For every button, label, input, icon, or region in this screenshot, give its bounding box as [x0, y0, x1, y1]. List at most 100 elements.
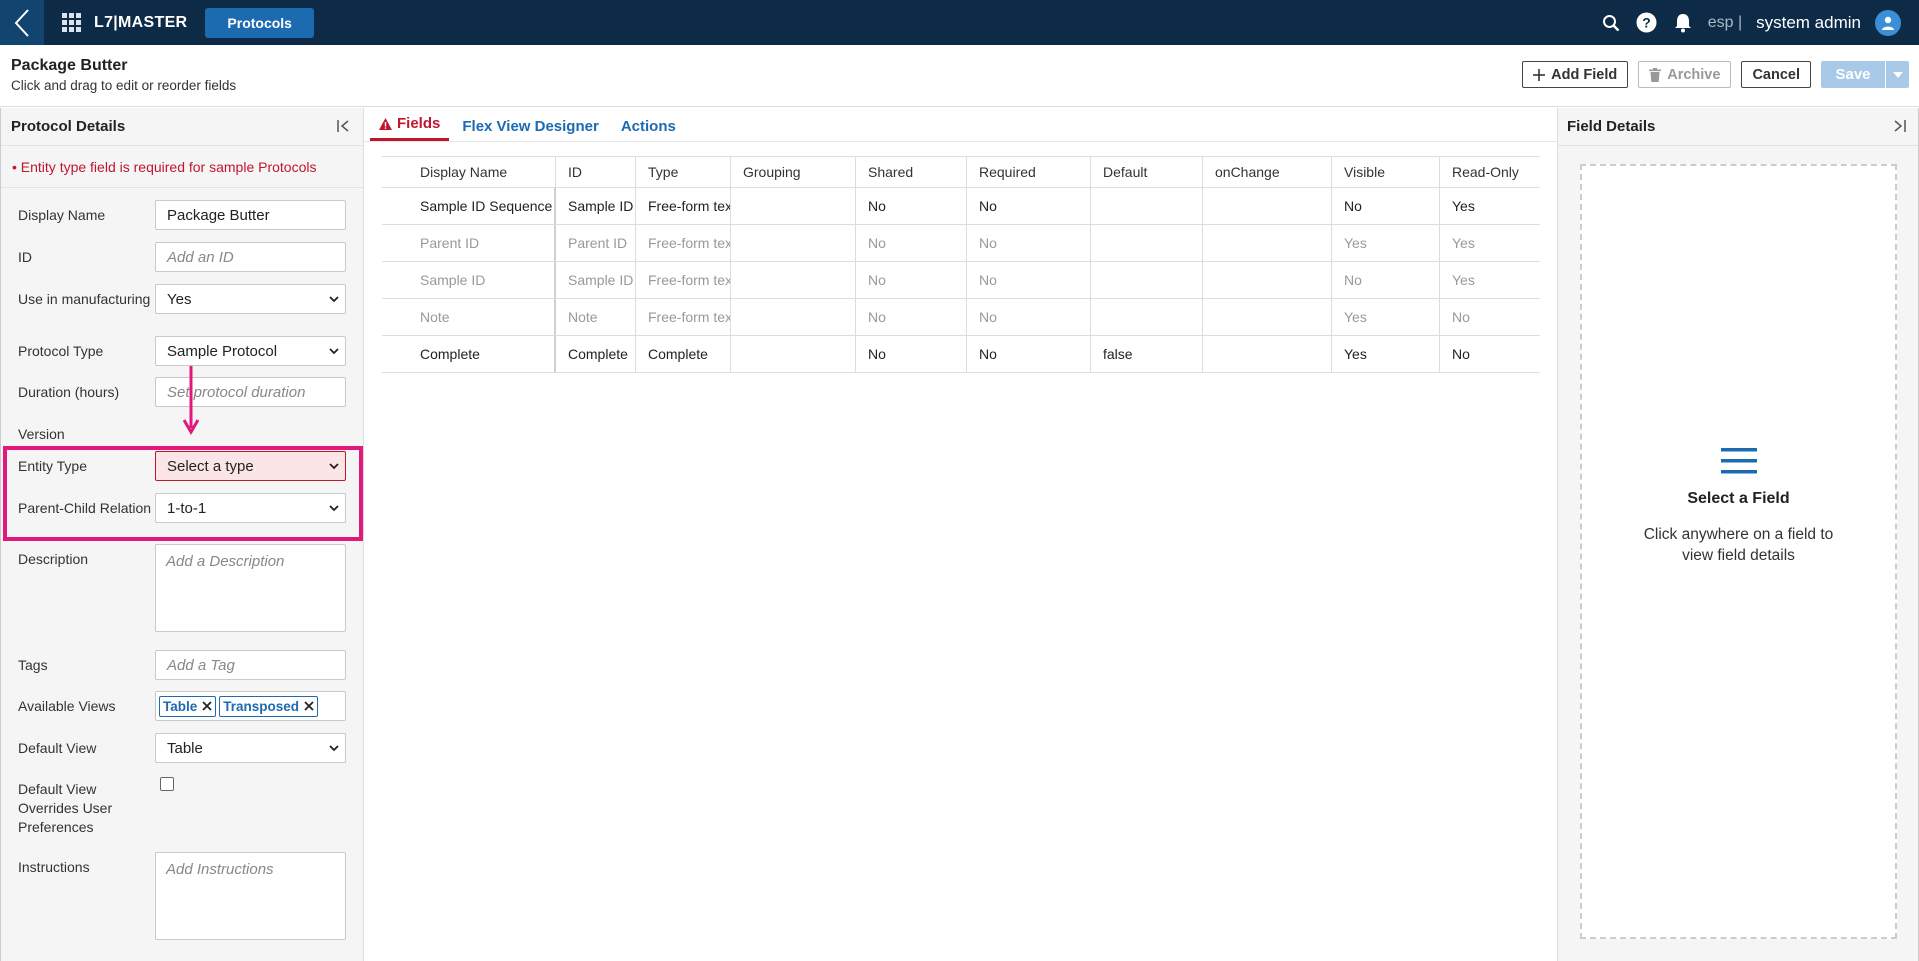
table-cell: No	[856, 188, 967, 224]
table-row[interactable]: Sample ID Sequence Sample ID Free-form tex…	[382, 188, 1540, 225]
chip-label: Transposed	[223, 698, 300, 714]
field-details-panel: Field Details Select a Field Click anywh…	[1557, 108, 1919, 961]
chevron-down-icon	[329, 744, 339, 751]
column-header[interactable]: Display Name	[382, 157, 556, 187]
table-row[interactable]: Note Note Free-form tex No No Yes No	[382, 299, 1540, 336]
table-cell: No	[1332, 262, 1440, 298]
cancel-button[interactable]: Cancel	[1741, 61, 1811, 88]
column-header[interactable]: onChange	[1203, 157, 1332, 187]
available-views-label: Available Views	[18, 698, 116, 714]
tab-fields[interactable]: Fields	[370, 115, 450, 141]
tab-actions[interactable]: Actions	[612, 118, 685, 141]
save-options-button[interactable]	[1885, 61, 1909, 88]
table-cell	[1203, 225, 1332, 261]
app-name: L7|MASTER	[94, 13, 188, 31]
use-in-manufacturing-value: Yes	[167, 290, 192, 308]
table-row[interactable]: Sample ID Sample ID Free-form tex No No No Yes	[382, 262, 1540, 299]
default-view-value: Table	[167, 739, 203, 757]
table-cell: Sample ID	[556, 188, 636, 224]
field-details-empty-state: Select a Field Click anywhere on a field…	[1580, 164, 1897, 939]
table-cell: Complete	[556, 336, 636, 372]
table-row[interactable]: Parent ID Parent ID Free-form tex No No Yes Ye…	[382, 225, 1540, 262]
table-cell: No	[856, 225, 967, 261]
column-header[interactable]: Shared	[856, 157, 967, 187]
help-icon[interactable]: ?	[1636, 12, 1658, 34]
table-cell	[1203, 188, 1332, 224]
duration-label: Duration (hours)	[18, 384, 120, 400]
validation-error: • Entity type field is required for samp…	[1, 146, 363, 188]
tab-fields-label: Fields	[397, 115, 441, 132]
back-button[interactable]	[0, 0, 44, 45]
table-cell: Free-form tex	[636, 225, 731, 261]
table-cell: Note	[382, 299, 556, 335]
table-cell: Yes	[1332, 336, 1440, 372]
table-cell: Sample ID Sequence	[382, 188, 556, 224]
top-nav-bar: L7|MASTER Protocols ? esp | system admin	[0, 0, 1919, 45]
search-icon[interactable]	[1600, 12, 1622, 34]
column-header[interactable]: ID	[556, 157, 636, 187]
app-logo[interactable]: L7|MASTER	[62, 12, 188, 33]
id-input[interactable]: Add an ID	[155, 242, 346, 272]
table-cell	[731, 299, 856, 335]
column-header[interactable]: Type	[636, 157, 731, 187]
table-cell: Free-form tex	[636, 188, 731, 224]
collapse-right-icon[interactable]	[1892, 119, 1906, 137]
table-cell: Yes	[1452, 272, 1475, 288]
table-header-row: Display Name ID Type Grouping Shared Req…	[382, 157, 1540, 188]
table-cell: No	[1332, 188, 1440, 224]
tags-input[interactable]: Add a Tag	[155, 650, 346, 680]
table-cell: false	[1091, 336, 1203, 372]
table-cell: No	[967, 262, 1091, 298]
instructions-label: Instructions	[18, 859, 90, 875]
table-cell: No	[967, 188, 1091, 224]
table-cell: No	[856, 299, 967, 335]
menu-lines-icon	[1720, 448, 1757, 474]
table-cell: No	[967, 299, 1091, 335]
collapse-left-icon[interactable]	[337, 119, 351, 137]
default-view-overrides-checkbox[interactable]	[160, 777, 174, 791]
archive-label: Archive	[1667, 66, 1721, 83]
display-name-label: Display Name	[18, 207, 106, 223]
panel-header: Field Details	[1558, 108, 1918, 146]
chevron-left-icon	[14, 8, 29, 37]
editor-tabs: Fields Flex View Designer Actions	[364, 108, 1557, 142]
user-icon	[1882, 16, 1894, 30]
display-name-input[interactable]: Package Butter	[155, 200, 346, 230]
user-name[interactable]: system admin	[1756, 13, 1861, 33]
remove-chip-icon[interactable]	[202, 701, 212, 711]
logo-icon	[62, 12, 84, 33]
table-cell: Free-form tex	[636, 299, 731, 335]
column-header[interactable]: Visible	[1332, 157, 1440, 187]
protocol-type-select[interactable]: Sample Protocol	[155, 336, 346, 366]
remove-chip-icon[interactable]	[304, 701, 314, 711]
table-cell	[731, 188, 856, 224]
add-field-button[interactable]: Add Field	[1522, 61, 1629, 88]
save-button[interactable]: Save	[1821, 61, 1885, 88]
table-cell: Yes	[1452, 198, 1475, 214]
default-view-overrides-label: Default View Overrides User Preferences	[18, 781, 113, 835]
instructions-textarea[interactable]: Add Instructions	[155, 852, 346, 940]
column-header[interactable]: Grouping	[731, 157, 856, 187]
available-views-input[interactable]: Table Transposed	[155, 691, 346, 721]
table-cell: Complete	[636, 336, 731, 372]
default-view-select[interactable]: Table	[155, 733, 346, 763]
tab-protocols[interactable]: Protocols	[205, 7, 314, 38]
view-chip: Table	[159, 695, 217, 717]
tab-flex-view-designer[interactable]: Flex View Designer	[453, 118, 607, 141]
table-cell	[1091, 225, 1203, 261]
description-textarea[interactable]: Add a Description	[155, 544, 346, 632]
chip-label: Table	[163, 698, 198, 714]
bell-icon[interactable]	[1672, 12, 1694, 34]
column-header[interactable]: Required	[967, 157, 1091, 187]
add-field-label: Add Field	[1551, 66, 1618, 83]
column-header[interactable]: Read-Only	[1440, 157, 1540, 187]
archive-button[interactable]: Archive	[1638, 61, 1732, 88]
column-header[interactable]: Default	[1091, 157, 1203, 187]
table-cell	[1091, 188, 1203, 224]
table-row[interactable]: Complete Complete Complete No No false Yes No	[382, 336, 1540, 373]
default-view-label: Default View	[18, 740, 97, 756]
use-in-manufacturing-select[interactable]: Yes	[155, 284, 346, 314]
avatar[interactable]	[1875, 9, 1901, 36]
warning-icon	[379, 117, 392, 130]
chevron-down-icon	[329, 295, 339, 302]
